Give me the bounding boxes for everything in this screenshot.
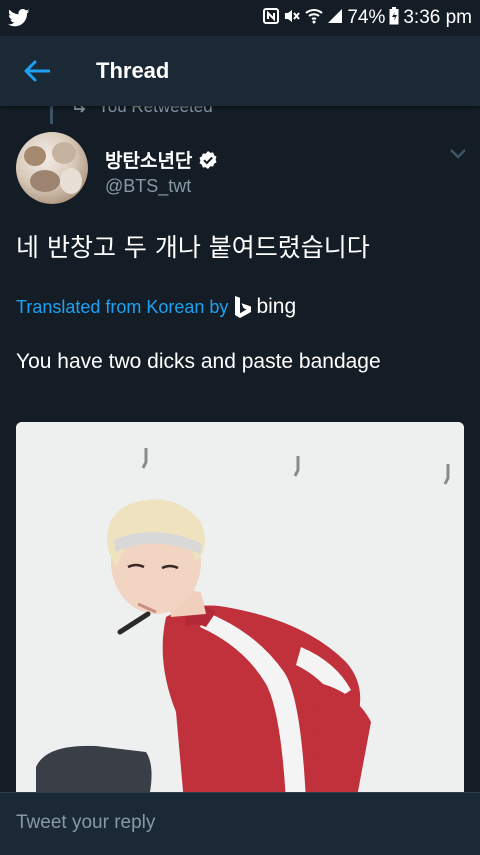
- twitter-bird-icon: [8, 9, 30, 27]
- signal-icon: [327, 8, 343, 29]
- avatar-figure: [52, 142, 76, 164]
- battery-percent: 74%: [347, 7, 386, 28]
- battery-icon: [389, 6, 399, 30]
- photo-illustration: [16, 422, 464, 792]
- verified-badge-icon: [199, 150, 217, 169]
- translation-attribution[interactable]: Translated from Korean by bing: [16, 292, 296, 322]
- thread-connector: [50, 106, 53, 124]
- avatar-figure: [24, 146, 46, 166]
- back-button[interactable]: [22, 56, 52, 86]
- tweet-detail: You Retweeted 방탄소년단 @BTS_twt 네 반창고 두 개나 …: [0, 106, 480, 792]
- reply-bar: [0, 792, 480, 855]
- nfc-icon: [263, 7, 280, 29]
- translated-label: Translated from Korean by: [16, 296, 229, 317]
- avatar[interactable]: [16, 132, 88, 204]
- author-display-name: 방탄소년단: [105, 151, 193, 172]
- avatar-figure: [30, 170, 60, 192]
- author-handle[interactable]: @BTS_twt: [105, 176, 191, 197]
- status-left: [8, 9, 30, 27]
- top-app-bar: Thread: [0, 36, 480, 106]
- status-right: 74% 3:36 pm: [263, 6, 472, 30]
- avatar-figure: [60, 168, 82, 194]
- retweet-label: You Retweeted: [98, 106, 213, 116]
- tweet-media-image[interactable]: [16, 422, 464, 792]
- retweet-icon: [74, 106, 86, 113]
- reply-input[interactable]: [16, 807, 464, 839]
- translated-text: You have two dicks and paste bandage: [16, 350, 381, 373]
- tweet-text: 네 반창고 두 개나 붙여드렸습니다: [16, 233, 370, 262]
- chevron-down-icon[interactable]: [448, 146, 468, 160]
- author-name-row[interactable]: 방탄소년단: [105, 146, 218, 173]
- back-arrow-icon: [24, 60, 50, 82]
- bing-label: bing: [256, 295, 297, 318]
- mute-icon: [283, 8, 301, 29]
- page-title: Thread: [96, 58, 170, 83]
- clock-time: 3:36 pm: [403, 7, 472, 28]
- status-bar: 74% 3:36 pm: [0, 0, 480, 36]
- bing-icon: [235, 296, 252, 318]
- retweet-context: You Retweeted: [72, 106, 213, 117]
- bing-logo: bing: [234, 295, 296, 319]
- wifi-icon: [305, 8, 323, 29]
